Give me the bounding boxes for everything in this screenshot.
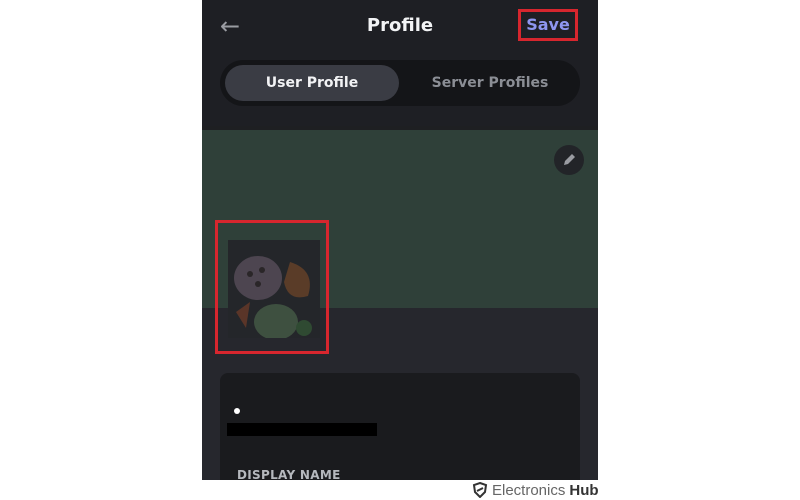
- tab-server-profiles[interactable]: Server Profiles: [405, 65, 575, 101]
- tab-user-profile[interactable]: User Profile: [225, 65, 399, 101]
- status-dot: [234, 408, 240, 414]
- display-name-label: DISPLAY NAME: [237, 468, 341, 480]
- watermark-brand-bold: Hub: [569, 481, 599, 499]
- redacted-username: [227, 423, 377, 436]
- profile-tabs: User Profile Server Profiles: [220, 60, 580, 106]
- watermark-brand: Electronics: [492, 481, 566, 499]
- avatar-image: [234, 256, 312, 338]
- avatar-highlight[interactable]: [215, 220, 329, 354]
- edit-banner-button[interactable]: [554, 145, 584, 175]
- profile-card: DISPLAY NAME: [220, 373, 580, 480]
- save-button[interactable]: Save: [518, 9, 578, 41]
- phone-screen: ← Profile Save User Profile Server Profi…: [202, 0, 598, 480]
- avatar[interactable]: [228, 240, 320, 338]
- pencil-icon: [564, 154, 575, 165]
- header: ← Profile Save User Profile Server Profi…: [202, 0, 598, 126]
- shield-logo-icon: [472, 482, 488, 498]
- watermark: Electronics Hub: [472, 480, 599, 500]
